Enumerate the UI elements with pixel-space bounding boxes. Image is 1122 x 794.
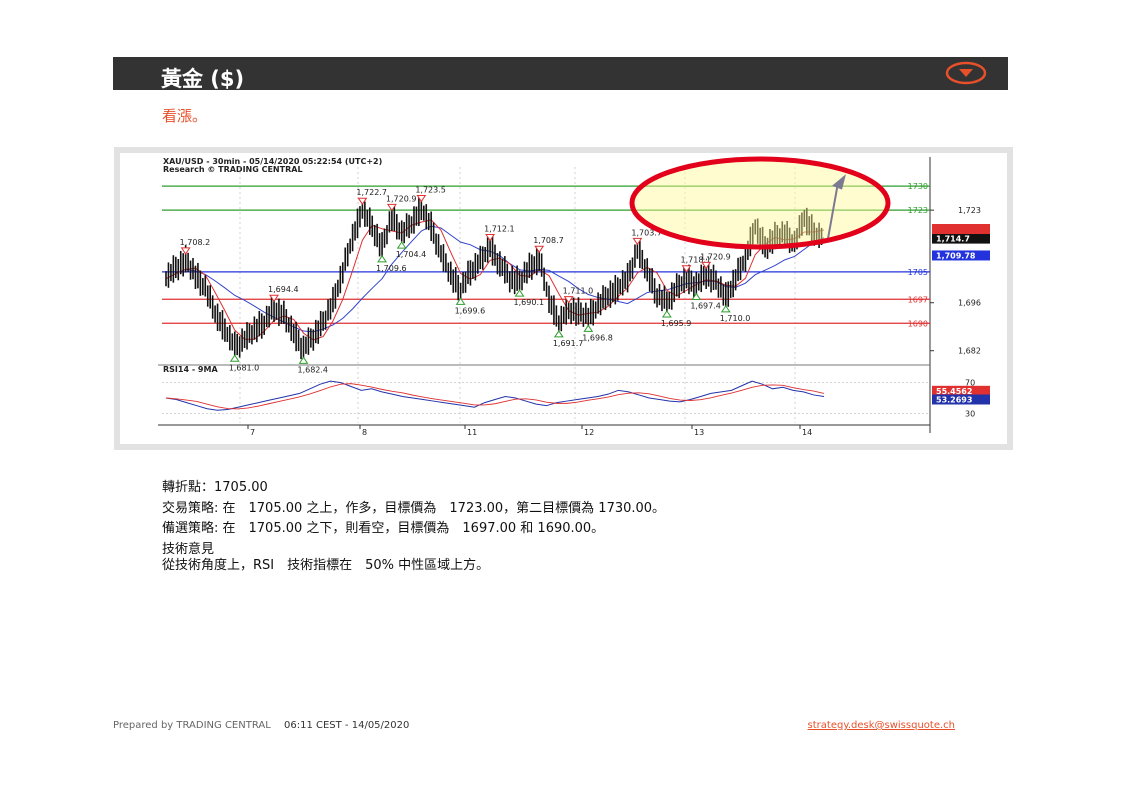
- peak-label: 1,720.9: [700, 252, 731, 261]
- pivot-point: 轉折點：1705.00: [162, 480, 268, 495]
- trough-label: 1,695.9: [661, 319, 692, 328]
- price-axis-label: 1,723: [958, 206, 981, 215]
- trough-label: 1,704.4: [396, 250, 427, 259]
- trough-label: 1,682.4: [297, 365, 328, 374]
- level-label: 1730: [908, 182, 928, 191]
- chart-frame: XAU/USD - 30min - 05/14/2020 05:22:54 (U…: [114, 147, 1013, 450]
- level-label: 1705: [908, 268, 928, 277]
- trough-label: 1,699.6: [455, 306, 486, 315]
- rsi-ma-line: [165, 383, 825, 410]
- report-header: 黃金 ($): [113, 57, 1008, 91]
- rsi-tag-label: 55.4562: [936, 387, 972, 396]
- prepared-by: Prepared by TRADING CENTRAL: [113, 720, 271, 731]
- price-axis-label: 1,682: [958, 347, 981, 356]
- rsi-tag-label: 53.2693: [936, 395, 972, 404]
- trading-strategy: 交易策略: 在 1705.00 之上，作多，目標價為 1723.00，第二目標價…: [162, 500, 666, 516]
- trough-marker: [229, 354, 240, 362]
- alternative-strategy: 備選策略: 在 1705.00 之下，則看空，目標價為 1697.00 和 16…: [162, 521, 605, 536]
- peak-label: 1,712.1: [484, 225, 515, 234]
- technical-opinion: 從技術角度上，RSI 技術指標在 50% 中性區域上方。: [162, 557, 490, 573]
- level-label: 1697: [908, 295, 928, 304]
- trough-label: 1,691.7: [553, 339, 584, 348]
- outlook-label: 看漲。: [162, 107, 208, 125]
- peak-label: 1,723.5: [415, 185, 446, 194]
- trough-label: 1,690.1: [514, 298, 545, 307]
- rsi-line: [165, 380, 825, 411]
- report-timestamp: 06:11 CEST - 14/05/2020: [284, 720, 410, 731]
- trough-marker: [553, 330, 564, 338]
- collapse-toggle-icon[interactable]: [945, 61, 987, 85]
- time-axis-label: 13: [694, 428, 704, 437]
- strategy-text: 轉折點：1705.00 交易策略: 在 1705.00 之上，作多，目標價為 1…: [162, 478, 665, 574]
- time-axis-label: 11: [467, 428, 477, 437]
- peak-label: 1,708.2: [180, 238, 211, 247]
- level-label: 1723: [908, 206, 928, 215]
- trough-marker: [514, 289, 525, 297]
- time-axis-label: 7: [250, 428, 255, 437]
- time-axis-label: 8: [362, 428, 367, 437]
- peak-label: 1,711.0: [563, 287, 594, 296]
- trough-label: 1,696.8: [582, 333, 613, 342]
- trough-label: 1,710.0: [720, 314, 751, 323]
- peak-label: 1,720.9: [386, 194, 417, 203]
- contact-email-link[interactable]: strategy.desk@swissquote.ch: [808, 720, 955, 731]
- rsi-label: RSI14 - 9MA: [163, 365, 218, 374]
- price-tag-label: 1,709.78: [936, 251, 976, 260]
- time-axis-label: 12: [584, 428, 594, 437]
- peak-label: 1,694.4: [268, 285, 299, 294]
- opinion-heading: 技術意見: [162, 541, 215, 557]
- trough-marker: [661, 310, 672, 318]
- price-axis-label: 1,696: [958, 299, 981, 308]
- rsi-level-label: 30: [965, 409, 975, 418]
- trough-label: 1,697.4: [690, 302, 721, 311]
- level-label: 1690: [908, 319, 928, 328]
- price-chart: XAU/USD - 30min - 05/14/2020 05:22:54 (U…: [158, 156, 990, 437]
- trough-marker: [377, 254, 387, 263]
- trough-marker: [583, 324, 594, 332]
- chart-panel: XAU/USD - 30min - 05/14/2020 05:22:54 (U…: [120, 153, 1007, 444]
- peak-label: 1,722.7: [356, 188, 387, 197]
- trough-label: 1,681.0: [229, 363, 260, 372]
- peak-label: 1,708.7: [533, 236, 564, 245]
- trough-label: 1,709.6: [376, 264, 407, 273]
- price-tag-red: [932, 224, 990, 234]
- highlight-ring: [629, 156, 891, 250]
- price-tag-label: 1,714.7: [936, 235, 970, 244]
- chart-subtitle: Research © TRADING CENTRAL: [163, 165, 303, 174]
- time-axis-label: 14: [802, 428, 812, 437]
- instrument-title: 黃金 ($): [161, 67, 245, 91]
